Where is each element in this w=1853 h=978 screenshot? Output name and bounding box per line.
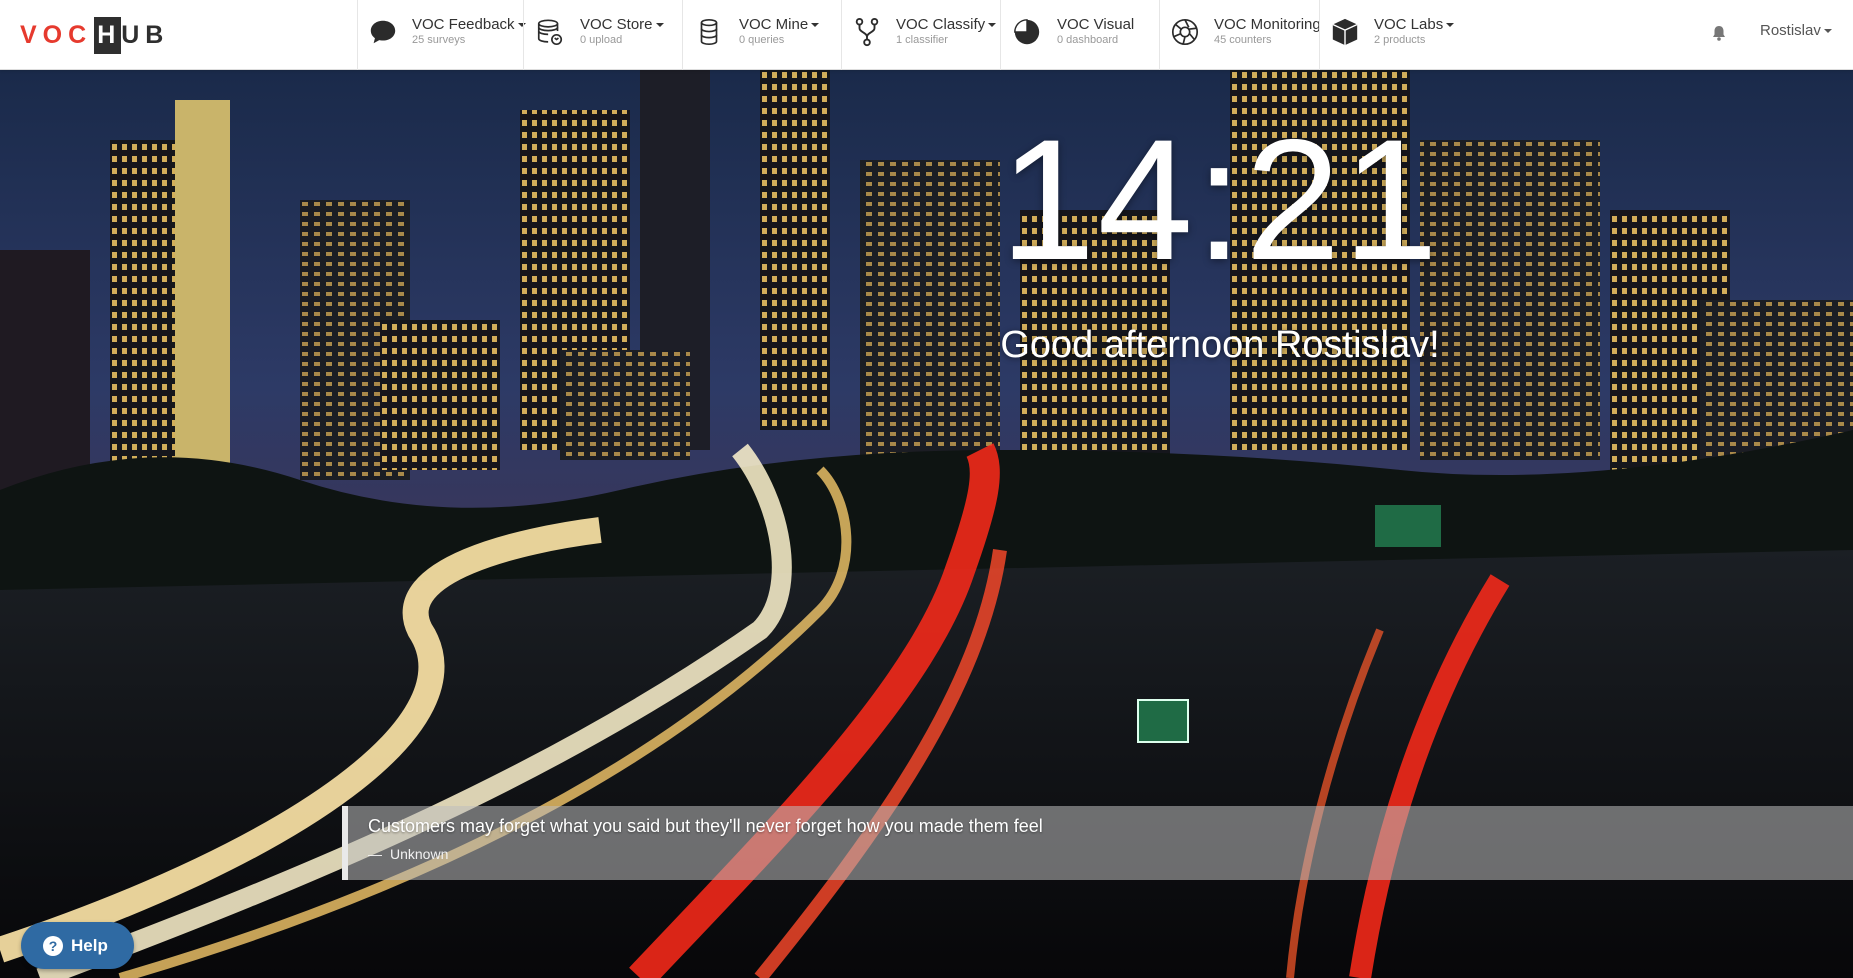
- user-menu[interactable]: Rostislav: [1760, 22, 1832, 39]
- question-circle-icon: ?: [43, 935, 63, 956]
- caret-down-icon: [1823, 29, 1832, 34]
- vochub-logo[interactable]: VOC H UB: [20, 15, 169, 55]
- help-button[interactable]: ? Help: [21, 922, 134, 969]
- menu-voc-store[interactable]: VOC Store 0 upload: [523, 0, 682, 70]
- user-name: Rostislav: [1760, 22, 1821, 39]
- menu-sub-labs: 2 products: [1374, 34, 1426, 46]
- menu-voc-monitoring[interactable]: VOC Monitoring 45 counters: [1159, 0, 1321, 70]
- menu-sub-visual: 0 dashboard: [1057, 34, 1119, 46]
- logo-part-ub: UB: [121, 20, 170, 49]
- greeting-text: Good afternoon Rostislav!: [1000, 324, 1440, 366]
- menu-voc-mine[interactable]: VOC Mine 0 queries: [682, 0, 841, 70]
- aperture-icon: [1170, 16, 1200, 48]
- menu-title-classify: VOC Classify: [896, 16, 986, 33]
- database-sync-icon: [534, 16, 566, 48]
- quote-text: Customers may forget what you said but t…: [368, 816, 1043, 836]
- chat-bubble-icon: [368, 16, 398, 48]
- quote-box: Customers may forget what you said but t…: [342, 806, 1853, 880]
- quote-dash: —: [368, 846, 382, 862]
- quote-author: — Unknown: [368, 846, 1833, 862]
- help-label: Help: [71, 935, 108, 955]
- menu-voc-feedback[interactable]: VOC Feedback 25 surveys: [357, 0, 526, 70]
- menu-sub-mine: 0 queries: [739, 34, 785, 46]
- menu-title-monitoring: VOC Monitoring: [1214, 16, 1321, 33]
- menu-title-labs: VOC Labs: [1374, 16, 1444, 33]
- top-navbar: VOC H UB VOC Feedback 25 surveys VOC Store…: [0, 0, 1853, 70]
- menu-sub-store: 0 upload: [580, 34, 623, 46]
- database-icon: [693, 16, 725, 48]
- cube-icon: [1330, 16, 1360, 48]
- pie-chart-icon: [1011, 16, 1043, 48]
- quote-author-name: Unknown: [390, 846, 449, 862]
- bell-icon[interactable]: [1711, 24, 1727, 42]
- menu-sub-monitoring: 45 counters: [1214, 34, 1272, 46]
- menu-voc-visual[interactable]: VOC Visual 0 dashboard: [1000, 0, 1159, 70]
- caret-down-icon: [988, 23, 997, 28]
- menu-sub-feedback: 25 surveys: [412, 34, 466, 46]
- menu-title-store: VOC Store: [580, 16, 653, 33]
- caret-down-icon: [1446, 23, 1455, 28]
- menu-title-visual: VOC Visual: [1057, 16, 1135, 33]
- menu-voc-labs[interactable]: VOC Labs 2 products: [1319, 0, 1459, 70]
- clock-time: 14:21: [999, 104, 1441, 296]
- menu-sub-classify: 1 classifier: [896, 34, 948, 46]
- logo-part-voc: VOC: [20, 20, 93, 49]
- fork-icon: [852, 16, 882, 48]
- menu-title-mine: VOC Mine: [739, 16, 809, 33]
- main-menu: VOC Feedback 25 surveys VOC Store 0 uplo…: [357, 0, 1459, 70]
- caret-down-icon: [655, 23, 664, 28]
- caret-down-icon: [811, 23, 820, 28]
- logo-part-h: H: [94, 16, 122, 54]
- menu-title-feedback: VOC Feedback: [412, 16, 515, 33]
- menu-voc-classify[interactable]: VOC Classify 1 classifier: [841, 0, 1000, 70]
